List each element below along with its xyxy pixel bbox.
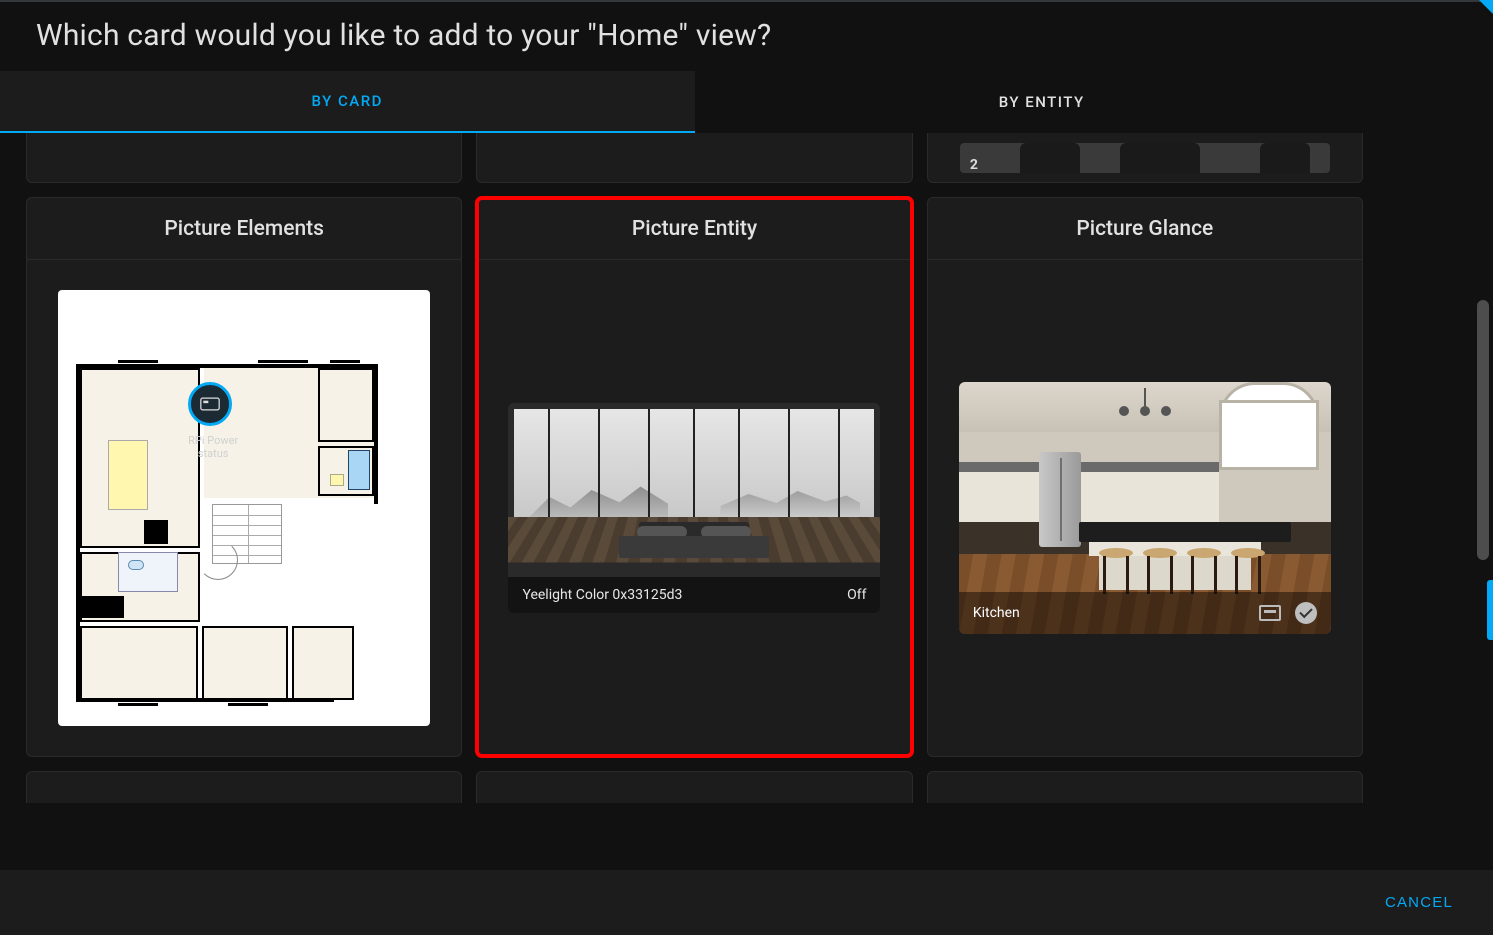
card-option-picture-entity[interactable]: Picture Entity — [476, 197, 912, 757]
dialog-footer: CANCEL — [0, 870, 1493, 935]
tab-bar: BY CARD BY ENTITY — [0, 71, 1389, 133]
device-icon — [1259, 602, 1281, 624]
card-preview: Kitchen — [928, 260, 1362, 756]
card-option-previous-2[interactable] — [476, 133, 912, 183]
entity-state: Off — [847, 587, 866, 603]
rpi-power-label: RPi Power status — [178, 434, 248, 460]
card-option-next-2[interactable] — [476, 771, 912, 803]
card-title: Picture Elements — [27, 198, 461, 260]
glance-room-label: Kitchen — [973, 605, 1020, 621]
card-title — [477, 772, 911, 803]
card-preview: RPi Power status — [27, 260, 461, 756]
add-card-dialog: Which card would you like to add to your… — [0, 0, 1389, 870]
floorplan-image: RPi Power status — [58, 290, 430, 726]
card-title: Picture Glance — [928, 198, 1362, 260]
card-title: Picture Entity — [477, 198, 911, 260]
scrollbar-thumb[interactable] — [1477, 300, 1489, 560]
cancel-button[interactable]: CANCEL — [1385, 894, 1453, 911]
card-preview: Yeelight Color 0x33125d3 Off — [477, 260, 911, 756]
picture-entity-preview: Yeelight Color 0x33125d3 Off — [508, 403, 880, 613]
picture-glance-preview: Kitchen — [959, 382, 1331, 634]
card-option-picture-elements[interactable]: Picture Elements — [26, 197, 462, 757]
card-preview: 2 — [928, 133, 1362, 182]
card-option-next-1[interactable] — [26, 771, 462, 803]
corner-accent-icon — [1479, 0, 1493, 14]
right-edge-accent — [1487, 580, 1493, 640]
rpi-power-badge-icon — [188, 382, 232, 426]
card-picker-scroll[interactable]: 2 Picture Elements — [0, 133, 1389, 870]
card-option-picture-glance[interactable]: Picture Glance — [927, 197, 1363, 757]
tab-by-card[interactable]: BY CARD — [0, 71, 695, 133]
card-option-previous-3[interactable]: 2 — [927, 133, 1363, 183]
card-preview — [477, 133, 911, 182]
dialog-title: Which card would you like to add to your… — [0, 0, 1389, 71]
card-option-next-3[interactable] — [927, 771, 1363, 803]
check-circle-icon — [1295, 602, 1317, 624]
scrollbar[interactable] — [1475, 150, 1491, 865]
entity-name: Yeelight Color 0x33125d3 — [522, 587, 682, 603]
card-option-previous-1[interactable] — [26, 133, 462, 183]
card-title — [27, 772, 461, 803]
card-title — [928, 772, 1362, 803]
tab-by-entity[interactable]: BY ENTITY — [695, 71, 1390, 133]
card-preview — [27, 133, 461, 182]
preview-number: 2 — [970, 157, 978, 173]
